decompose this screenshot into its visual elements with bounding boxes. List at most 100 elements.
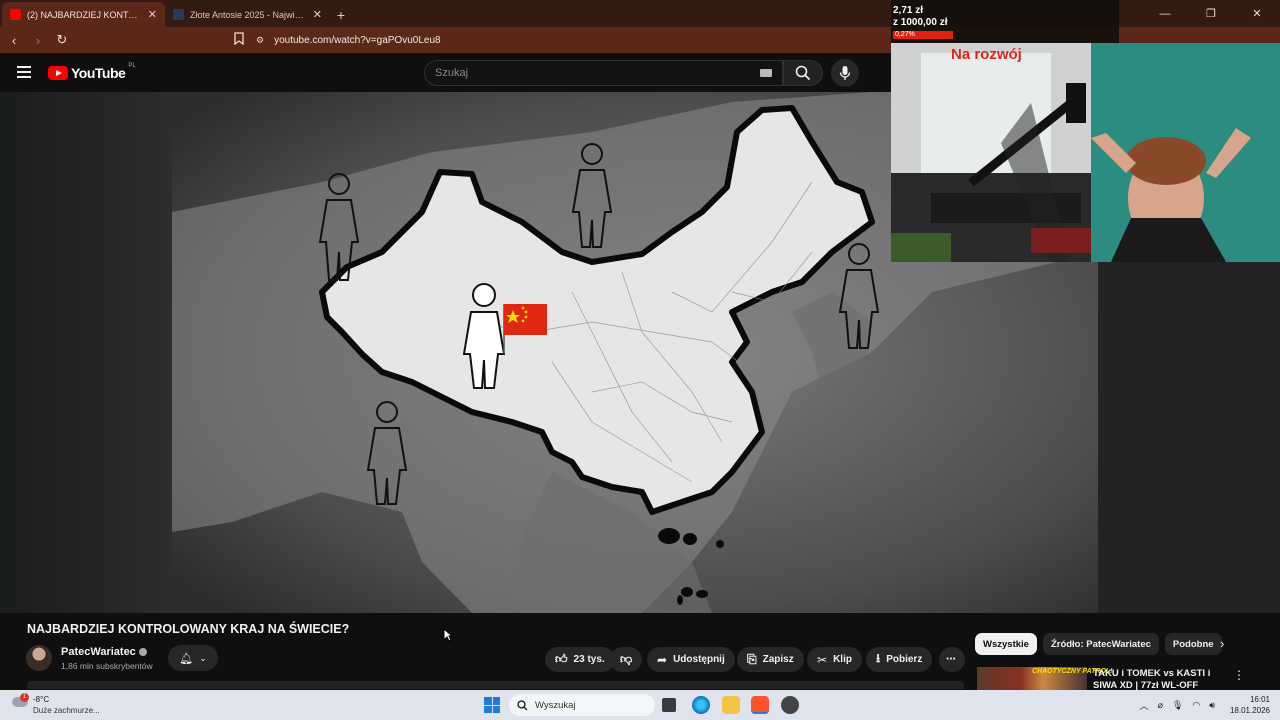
donation-goal: z 1000,00 zł [893, 17, 948, 28]
thumbs-up-icon: 👍︎ [555, 652, 568, 666]
ambient-glow-left [0, 92, 172, 613]
system-tray: ︿ ⌀ 🎙︎ ◠ 🔊︎ 16:01 18.01.2026 [1140, 690, 1270, 720]
brave-browser-icon[interactable] [751, 696, 769, 714]
island-shape [683, 533, 697, 545]
channel-avatar[interactable] [26, 645, 52, 671]
more-actions-button[interactable]: ⋯ [939, 647, 965, 672]
youtube-wordmark: YouTube [71, 65, 126, 81]
weather-widget[interactable]: 1 -8°C Duże zachmurze... [12, 693, 112, 717]
taskbar-search-placeholder: Wyszukaj [535, 699, 576, 711]
close-tab-icon[interactable]: ✕ [148, 8, 157, 21]
bookmark-icon[interactable] [234, 32, 248, 48]
back-icon[interactable]: ‹ [4, 30, 24, 50]
scissors-icon: ✂ [817, 652, 828, 667]
chip-all[interactable]: Wszystkie [975, 633, 1037, 655]
download-label: Pobierz [886, 654, 923, 665]
tab-youtube[interactable]: (2) NAJBARDZIEJ KONTROLOWA ✕ [2, 2, 165, 27]
chip-similar[interactable]: Podobne [1164, 633, 1222, 655]
region-code: PL [128, 63, 136, 69]
task-view-icon[interactable] [662, 698, 676, 712]
donation-amount: 2,71 zł [893, 5, 924, 16]
windows-taskbar: 1 -8°C Duże zachmurze... Wyszukaj ︿ ⌀ 🎙︎… [0, 690, 1280, 720]
start-button[interactable] [484, 697, 500, 713]
new-tab-button[interactable]: + [330, 2, 352, 27]
share-button[interactable]: ➦ Udostępnij [647, 647, 735, 672]
channel-name-text: PatecWariatec [61, 646, 136, 658]
wifi-icon[interactable]: ◠ [1192, 700, 1200, 711]
youtube-logo[interactable]: YouTube PL [48, 63, 136, 81]
like-count: 23 tys. [573, 654, 605, 665]
bell-icon: 🔔︎ [179, 652, 194, 665]
more-vertical-icon[interactable]: ⋮ [1233, 668, 1245, 682]
save-button[interactable]: ⎘ Zapisz [737, 647, 804, 672]
clip-label: Klip [833, 654, 852, 665]
island-shape [681, 587, 693, 597]
webcam-scene [891, 43, 1280, 262]
like-button[interactable]: 👍︎ 23 tys. [545, 647, 615, 672]
reload-icon[interactable]: ↻ [52, 30, 72, 50]
suggested-video[interactable]: CHAOTYCZNY PATROL! TAKU i TOMEK vs KASTI… [977, 665, 1277, 690]
clock[interactable]: 16:01 18.01.2026 [1230, 694, 1270, 716]
tab-title: (2) NAJBARDZIEJ KONTROLOWA [27, 9, 142, 20]
keyboard-icon[interactable] [760, 69, 772, 77]
thumbs-down-icon: 👎︎ [620, 652, 633, 666]
webcam-caption: Na rozwój [951, 46, 1022, 63]
island-shape [696, 590, 708, 598]
search-icon [795, 65, 811, 81]
video-title: NAJBARDZIEJ KONTROLOWANY KRAJ NA ŚWIECIE… [27, 622, 350, 636]
close-tab-icon[interactable]: ✕ [313, 8, 322, 21]
app-icon[interactable] [781, 696, 799, 714]
close-window-icon[interactable]: ✕ [1234, 0, 1280, 27]
tab-zlote-antosie[interactable]: Złote Antosie 2025 - Największy Pleb ✕ [165, 2, 330, 27]
more-horizontal-icon: ⋯ [946, 654, 956, 665]
search-button[interactable] [783, 60, 823, 86]
maximize-icon[interactable]: ❐ [1188, 0, 1234, 27]
download-button[interactable]: ⭳ Pobierz [866, 647, 933, 672]
minimize-icon[interactable]: — [1142, 0, 1188, 27]
chevron-up-icon[interactable]: ︿ [1140, 699, 1149, 712]
island-shape [716, 540, 724, 548]
youtube-play-logo-icon [48, 66, 68, 80]
mouse-cursor-icon [443, 628, 453, 642]
bookmark-icon: ⎘ [747, 652, 757, 666]
window-controls: — ❐ ✕ [1142, 0, 1280, 27]
donation-progress-bar: 0,27% [893, 31, 953, 39]
dislike-button[interactable]: 👎︎ [610, 647, 643, 672]
island-shape [677, 595, 683, 605]
hainan-island-shape [658, 528, 680, 544]
search-box [424, 60, 783, 86]
description-box-edge [27, 681, 964, 689]
chip-channel-source[interactable]: Źródło: PatecWariatec [1042, 633, 1159, 655]
suggested-video-title: TAKU i TOMEK vs KASTI i SIWA XD | 77zł W… [1093, 668, 1211, 690]
microphone-icon [839, 66, 851, 80]
chevron-down-icon: ⌄ [199, 652, 207, 663]
search-input[interactable] [435, 67, 735, 79]
network-off-icon[interactable]: ⌀ [1158, 700, 1163, 711]
webcam-overlay: Na rozwój [891, 43, 1280, 262]
site-settings-icon[interactable]: ⚙ [256, 35, 264, 46]
taskbar-search[interactable]: Wyszukaj [509, 694, 655, 716]
channel-name[interactable]: PatecWariatec [61, 646, 147, 658]
site-favicon-icon [173, 9, 184, 20]
subscriber-count: 1,86 mln subskrybentów [61, 661, 153, 671]
edge-icon[interactable] [692, 696, 710, 714]
menu-icon[interactable] [17, 66, 31, 78]
address-bar[interactable]: ⚙ youtube.com/watch?v=gaPOvu0Leu8 [256, 31, 896, 49]
weather-description: Duże zachmurze... [33, 706, 100, 715]
volume-icon[interactable]: 🔊︎ [1209, 700, 1215, 711]
forward-icon[interactable]: › [28, 30, 48, 50]
donation-goal-overlay: 2,71 zł z 1000,00 zł 0,27% [891, 0, 1119, 43]
clip-button[interactable]: ✂ Klip [807, 647, 862, 672]
date: 18.01.2026 [1229, 706, 1270, 715]
voice-search-button[interactable] [831, 59, 859, 87]
notifications-button[interactable]: 🔔︎ ⌄ [168, 645, 218, 671]
url-text: youtube.com/watch?v=gaPOvu0Leu8 [274, 34, 441, 46]
share-label: Udostępnij [673, 654, 725, 665]
time: 16:01 [1249, 695, 1270, 704]
chevron-right-icon[interactable]: › [1220, 636, 1224, 651]
save-label: Zapisz [762, 654, 794, 665]
ambient-glow-right [1098, 262, 1280, 613]
microphone-icon[interactable]: 🎙︎ [1172, 700, 1183, 711]
file-explorer-icon[interactable] [722, 696, 740, 714]
verified-badge-icon [138, 648, 147, 656]
